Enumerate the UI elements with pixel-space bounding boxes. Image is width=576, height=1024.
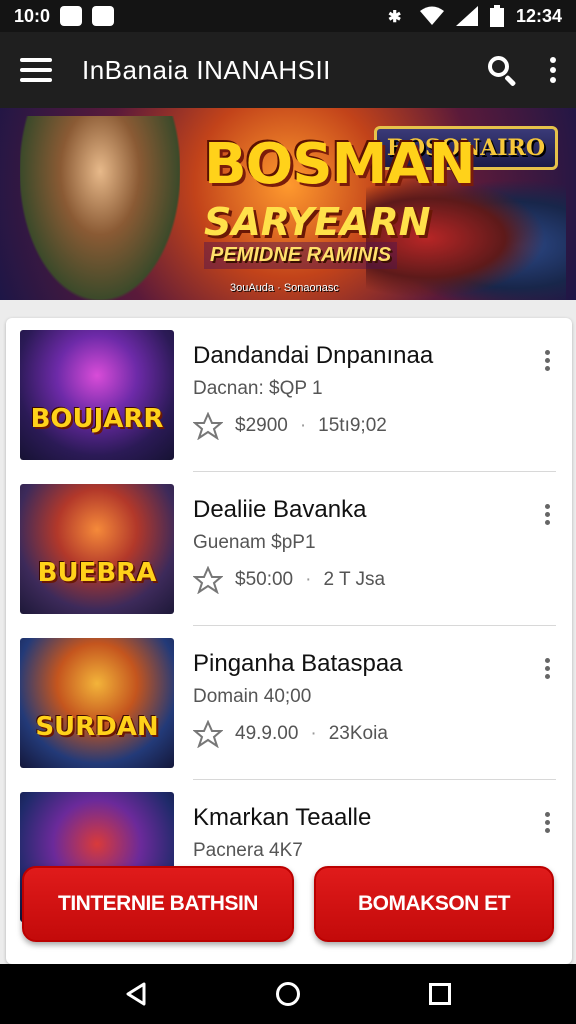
item-subtitle: Dacnan: $QP 1 xyxy=(193,378,323,399)
home-icon[interactable] xyxy=(268,974,308,1014)
promo-banner[interactable]: BOSONAIRO BOSMAN SARYEARN PEMIDNE RAMINI… xyxy=(0,108,576,300)
meta-separator: · xyxy=(299,415,307,436)
banner-title-1: BOSMAN xyxy=(204,132,476,197)
game-thumbnail[interactable]: BUEBRA xyxy=(20,484,174,614)
item-overflow-icon[interactable] xyxy=(545,658,550,679)
back-icon[interactable] xyxy=(116,974,156,1014)
recents-icon[interactable] xyxy=(420,974,460,1014)
item-title: Kmarkan Teaalle xyxy=(193,804,372,831)
item-price: 49.9.00 xyxy=(235,723,299,744)
item-price: $2900 xyxy=(235,415,288,436)
item-overflow-icon[interactable] xyxy=(545,504,550,525)
overflow-menu-icon[interactable] xyxy=(550,57,556,83)
item-title: Dealiie Bavanka xyxy=(193,496,367,523)
item-title: Pinganha Bataspaa xyxy=(193,650,403,677)
notification-icon xyxy=(60,6,83,26)
item-overflow-icon[interactable] xyxy=(545,812,550,833)
banner-caption: 3ouAuda · Sonaonasc xyxy=(230,282,339,294)
app-notification-icon xyxy=(92,6,115,26)
item-subtitle: Domain 40;00 xyxy=(193,686,312,707)
item-overflow-icon[interactable] xyxy=(545,350,550,371)
wifi-icon xyxy=(419,6,444,25)
item-subtitle: Pacnera 4K7 xyxy=(193,840,303,861)
thumbnail-title: BOUJARR xyxy=(30,404,164,434)
banner-title-3: PEMIDNE RAMINIS xyxy=(204,242,398,269)
search-icon[interactable] xyxy=(486,54,518,87)
item-meta: 15tı9;02 xyxy=(318,415,387,436)
list-item[interactable]: BUEBRA Dealiie Bavanka Guenam $pP1 $50:0… xyxy=(6,472,572,626)
game-thumbnail[interactable]: BOUJARR xyxy=(20,330,174,460)
item-meta: 23Koia xyxy=(328,723,388,744)
status-left-text: 10:0 xyxy=(14,5,51,26)
game-thumbnail[interactable]: SURDAN xyxy=(20,638,174,768)
app-title: InBanaia INANAHSII xyxy=(82,54,331,85)
bluetooth-icon: ✱ xyxy=(387,9,402,26)
item-title: Dandandai Dnpanınaa xyxy=(193,342,434,369)
action-button-row: TINTERNIE BATHSIN BOMAKSON ET xyxy=(22,866,554,942)
hamburger-icon[interactable] xyxy=(20,58,52,82)
banner-title-2: SARYEARN xyxy=(204,200,431,244)
system-nav-bar xyxy=(0,964,576,1024)
thumbnail-title: SURDAN xyxy=(35,712,159,742)
item-subtitle: Guenam $pP1 xyxy=(193,532,316,553)
primary-action-button[interactable]: TINTERNIE BATHSIN xyxy=(22,866,294,942)
item-price: $50:00 xyxy=(235,569,294,590)
status-bar: 10:0 ✱ 12:34 xyxy=(0,0,576,32)
battery-icon xyxy=(489,5,504,27)
star-outline-icon[interactable] xyxy=(193,412,223,440)
secondary-action-button[interactable]: BOMAKSON ET xyxy=(314,866,554,942)
thumbnail-title: BUEBRA xyxy=(37,558,157,588)
status-time: 12:34 xyxy=(515,5,562,26)
app-bar: InBanaia INANAHSII xyxy=(0,32,576,108)
meta-separator: · xyxy=(305,569,312,590)
star-outline-icon[interactable] xyxy=(193,720,223,748)
signal-icon xyxy=(455,6,478,26)
screen: 10:0 ✱ 12:34 InBanaia INANAHSII BOSONAIR… xyxy=(0,0,576,1024)
list-item[interactable]: BOUJARR Dandandai Dnpanınaa Dacnan: $QP … xyxy=(6,318,572,472)
banner-hero-left xyxy=(20,116,180,300)
meta-separator: · xyxy=(310,723,317,744)
list-item[interactable]: SURDAN Pinganha Bataspaa Domain 40;00 49… xyxy=(6,626,572,780)
item-meta: 2 T Jsa xyxy=(323,569,386,590)
star-outline-icon[interactable] xyxy=(193,566,223,594)
